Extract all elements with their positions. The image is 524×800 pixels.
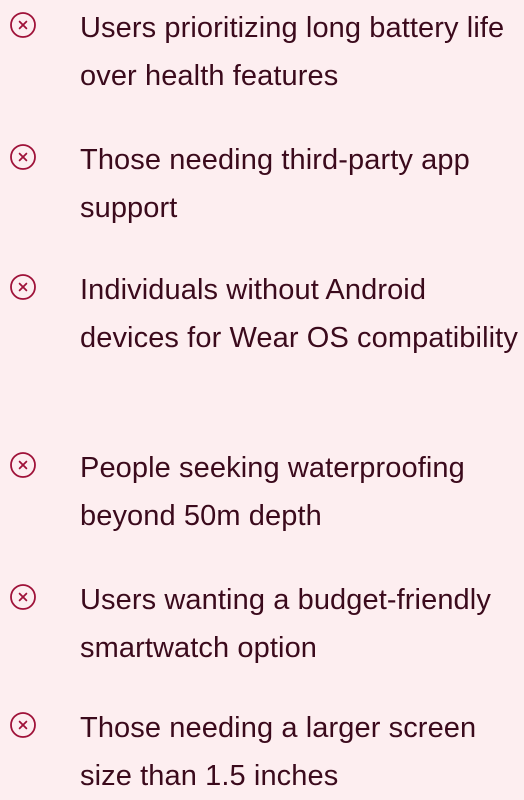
x-circle-icon: [8, 142, 38, 172]
list-item-text: Users wanting a budget-friendly smartwat…: [80, 584, 491, 664]
list-item-text: Those needing a larger screen size than …: [80, 712, 477, 792]
x-circle-icon: [8, 10, 38, 40]
x-circle-icon: [8, 710, 38, 740]
x-circle-icon: [8, 582, 38, 612]
list-item-text: Users prioritizing long battery life ove…: [80, 12, 505, 92]
not-recommended-list: Users prioritizing long battery life ove…: [0, 0, 524, 792]
x-circle-icon: [8, 450, 38, 480]
list-item-text: People seeking waterproofing beyond 50m …: [80, 452, 465, 532]
list-item-text: Individuals without Android devices for …: [80, 274, 518, 354]
list-item-text: Those needing third-party app support: [80, 144, 470, 224]
x-circle-icon: [8, 272, 38, 302]
